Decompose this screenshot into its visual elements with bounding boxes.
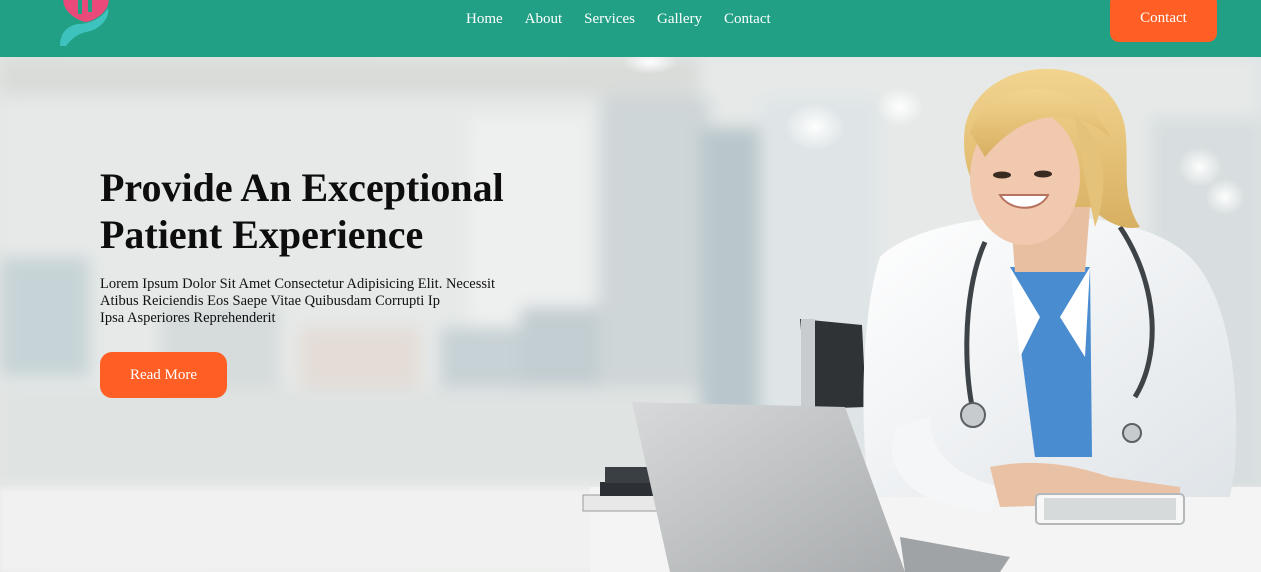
site-header: Home About Services Gallery Contact Cont… (0, 0, 1261, 57)
nav-link-services[interactable]: Services (584, 10, 635, 28)
hero-title-line2: Patient Experience (100, 212, 424, 257)
hero-title: Provide An Exceptional Patient Experienc… (100, 164, 560, 258)
heart-in-hand-logo-icon[interactable] (56, 0, 112, 48)
hero-title-line1: Provide An Exceptional (100, 165, 504, 210)
hero-description-line1: Lorem Ipsum Dolor Sit Amet Consectetur A… (100, 276, 496, 292)
nav-link-contact[interactable]: Contact (724, 10, 771, 28)
hero-description: Lorem Ipsum Dolor Sit Amet Consectetur A… (100, 276, 530, 327)
nav-link-about[interactable]: About (525, 10, 563, 28)
hero-section: Provide An Exceptional Patient Experienc… (0, 57, 1261, 572)
contact-button[interactable]: Contact (1110, 0, 1217, 42)
contact-button-label: Contact (1140, 10, 1187, 26)
hero-description-line3: Ipsa Asperiores Reprehenderit (100, 310, 276, 326)
nav-link-gallery[interactable]: Gallery (657, 10, 702, 28)
hero-description-line2: Atibus Reiciendis Eos Saepe Vitae Quibus… (100, 293, 440, 309)
read-more-button[interactable]: Read More (100, 352, 227, 398)
nav-link-home[interactable]: Home (466, 10, 503, 28)
main-nav: Home About Services Gallery Contact (466, 10, 793, 28)
